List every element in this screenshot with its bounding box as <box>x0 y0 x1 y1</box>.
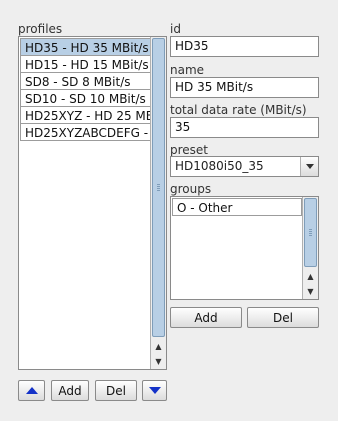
delete-group-button[interactable]: Del <box>247 307 319 328</box>
list-item[interactable]: SD8 - SD 8 MBit/s <box>20 72 151 90</box>
preset-label: preset <box>170 143 209 157</box>
profiles-label: profiles <box>18 22 63 36</box>
delete-profile-button[interactable]: Del <box>95 380 137 401</box>
list-item[interactable]: HD35 - HD 35 MBit/s <box>20 38 151 56</box>
list-item[interactable]: HD25XYZABCDEFG - HD 25 MBit/s <box>20 123 151 141</box>
groups-items: O - Other <box>172 198 302 216</box>
name-label: name <box>170 63 205 77</box>
list-item[interactable]: HD25XYZ - HD 25 MBit/s <box>20 106 151 124</box>
list-item[interactable]: HD15 - HD 15 MBit/s <box>20 55 151 73</box>
move-down-button[interactable] <box>142 380 167 401</box>
arrow-up-icon <box>25 387 38 394</box>
groups-list[interactable]: O - Other ▲ ▼ <box>170 196 319 300</box>
preset-value: HD1080i50_35 <box>175 159 264 173</box>
profiles-items: HD35 - HD 35 MBit/s HD15 - HD 15 MBit/s … <box>20 38 151 141</box>
list-item[interactable]: SD10 - SD 10 MBit/s <box>20 89 151 107</box>
groups-scrollbar[interactable]: ▲ ▼ <box>302 197 318 299</box>
id-label: id <box>170 22 181 36</box>
scrollbar-thumb[interactable] <box>304 198 317 267</box>
list-item[interactable]: O - Other <box>172 198 302 216</box>
chevron-down-icon[interactable] <box>300 157 318 176</box>
add-group-button[interactable]: Add <box>170 307 242 328</box>
scrollbar-thumb[interactable] <box>152 38 165 337</box>
profiles-list[interactable]: HD35 - HD 35 MBit/s HD15 - HD 15 MBit/s … <box>18 36 167 370</box>
scroll-down-icon[interactable]: ▼ <box>303 284 318 298</box>
rate-field[interactable]: 35 <box>170 117 319 138</box>
rate-label: total data rate (MBit/s) <box>170 103 307 117</box>
id-field[interactable]: HD35 <box>170 36 319 57</box>
add-profile-button[interactable]: Add <box>51 380 89 401</box>
scroll-down-icon[interactable]: ▼ <box>151 354 166 368</box>
move-up-button[interactable] <box>18 380 45 401</box>
scrollbar-grip <box>309 228 312 236</box>
scroll-up-icon[interactable]: ▲ <box>303 269 318 283</box>
scrollbar-grip <box>157 183 160 191</box>
profiles-scrollbar[interactable]: ▲ ▼ <box>150 37 166 369</box>
groups-label: groups <box>170 182 212 196</box>
scroll-up-icon[interactable]: ▲ <box>151 339 166 353</box>
name-field[interactable]: HD 35 MBit/s <box>170 77 319 98</box>
arrow-down-icon <box>148 387 161 394</box>
preset-select[interactable]: HD1080i50_35 <box>170 156 319 177</box>
